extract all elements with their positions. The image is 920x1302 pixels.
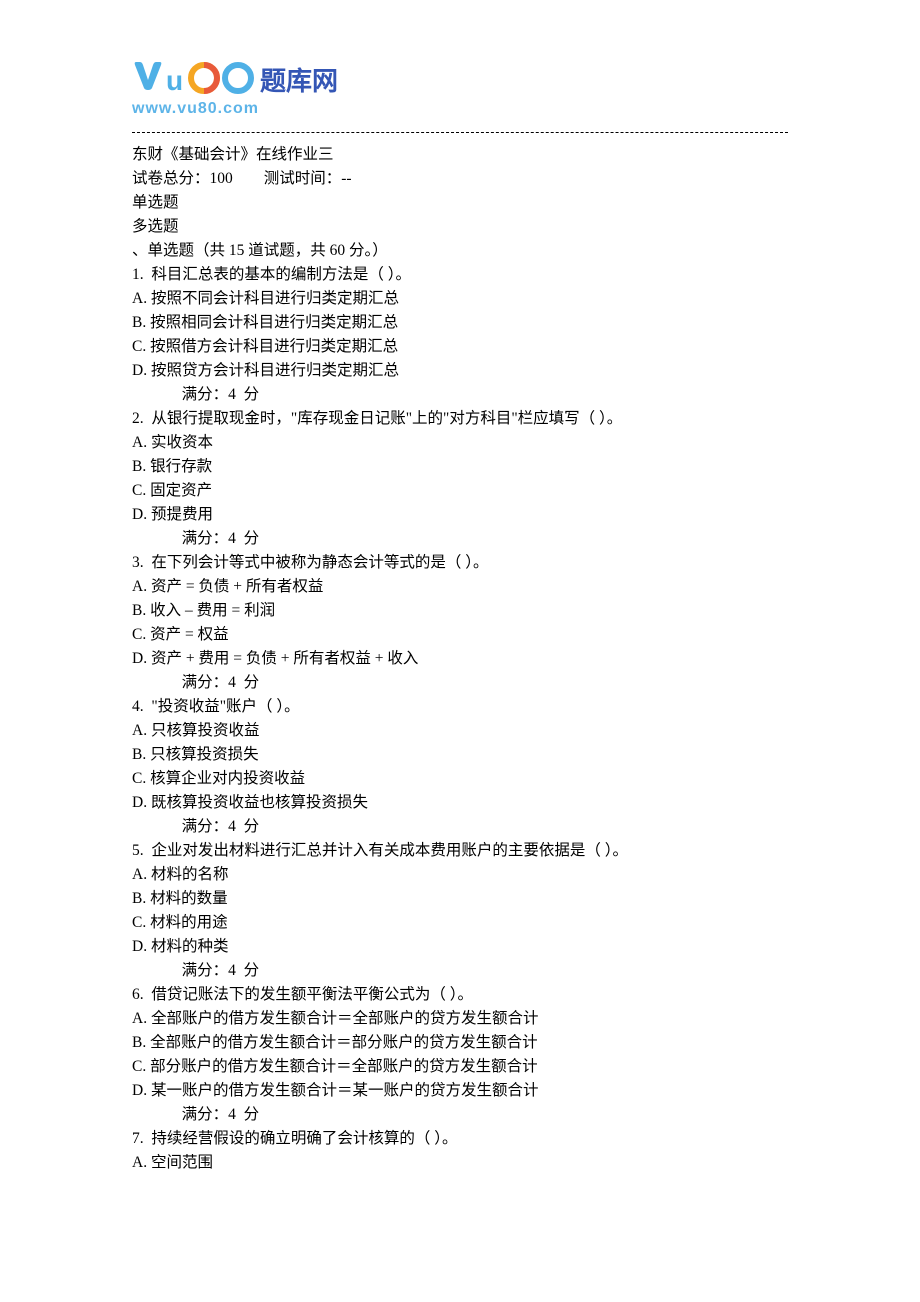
question-score: 满分：4 分 xyxy=(132,959,788,983)
question-option: A. 资产 = 负债 + 所有者权益 xyxy=(132,575,788,599)
question-option: D. 既核算投资收益也核算投资损失 xyxy=(132,791,788,815)
test-time-label: 测试时间：-- xyxy=(264,170,352,187)
question-option: A. 实收资本 xyxy=(132,431,788,455)
question-option: D. 材料的种类 xyxy=(132,935,788,959)
question-stem: 3. 在下列会计等式中被称为静态会计等式的是（ ）。 xyxy=(132,551,788,575)
total-score-label: 试卷总分：100 xyxy=(132,170,233,187)
logo-icon: u 题库网 xyxy=(132,60,342,102)
section-header: 、单选题（共 15 道试题，共 60 分。） xyxy=(132,239,788,263)
question-option: D. 某一账户的借方发生额合计＝某一账户的贷方发生额合计 xyxy=(132,1079,788,1103)
question-option: C. 固定资产 xyxy=(132,479,788,503)
document-content: 东财《基础会计》在线作业三 试卷总分：100 测试时间：-- 单选题 多选题 、… xyxy=(132,143,788,1175)
question-option: C. 部分账户的借方发生额合计＝全部账户的贷方发生额合计 xyxy=(132,1055,788,1079)
question-stem: 6. 借贷记账法下的发生额平衡法平衡公式为（ ）。 xyxy=(132,983,788,1007)
question-score: 满分：4 分 xyxy=(132,1103,788,1127)
site-logo: u 题库网 www.vu80.com xyxy=(132,60,788,120)
logo-text: 题库网 xyxy=(260,67,338,96)
questions-container: 1. 科目汇总表的基本的编制方法是（ ）。A. 按照不同会计科目进行归类定期汇总… xyxy=(132,263,788,1175)
question-option: D. 按照贷方会计科目进行归类定期汇总 xyxy=(132,359,788,383)
question-option: A. 材料的名称 xyxy=(132,863,788,887)
question-option: B. 全部账户的借方发生额合计＝部分账户的贷方发生额合计 xyxy=(132,1031,788,1055)
question-stem: 2. 从银行提取现金时，"库存现金日记账"上的"对方科目"栏应填写（ ）。 xyxy=(132,407,788,431)
question-option: A. 全部账户的借方发生额合计＝全部账户的贷方发生额合计 xyxy=(132,1007,788,1031)
question-option: B. 银行存款 xyxy=(132,455,788,479)
svg-text:u: u xyxy=(166,65,183,96)
single-choice-label: 单选题 xyxy=(132,191,788,215)
exam-meta-line: 试卷总分：100 测试时间：-- xyxy=(132,167,788,191)
question-score: 满分：4 分 xyxy=(132,671,788,695)
question-option: C. 材料的用途 xyxy=(132,911,788,935)
question-stem: 1. 科目汇总表的基本的编制方法是（ ）。 xyxy=(132,263,788,287)
question-option: B. 收入 – 费用 = 利润 xyxy=(132,599,788,623)
question-option: A. 空间范围 xyxy=(132,1151,788,1175)
header-separator xyxy=(132,132,788,133)
exam-title: 东财《基础会计》在线作业三 xyxy=(132,143,788,167)
question-option: A. 按照不同会计科目进行归类定期汇总 xyxy=(132,287,788,311)
multi-choice-label: 多选题 xyxy=(132,215,788,239)
question-option: C. 资产 = 权益 xyxy=(132,623,788,647)
question-option: C. 按照借方会计科目进行归类定期汇总 xyxy=(132,335,788,359)
question-stem: 5. 企业对发出材料进行汇总并计入有关成本费用账户的主要依据是（ ）。 xyxy=(132,839,788,863)
question-option: B. 按照相同会计科目进行归类定期汇总 xyxy=(132,311,788,335)
question-stem: 4. "投资收益"账户（ ）。 xyxy=(132,695,788,719)
question-option: B. 材料的数量 xyxy=(132,887,788,911)
question-option: C. 核算企业对内投资收益 xyxy=(132,767,788,791)
logo-domain-text: www.vu80.com xyxy=(132,100,788,118)
question-option: B. 只核算投资损失 xyxy=(132,743,788,767)
question-score: 满分：4 分 xyxy=(132,815,788,839)
question-score: 满分：4 分 xyxy=(132,383,788,407)
question-option: D. 资产 + 费用 = 负债 + 所有者权益 + 收入 xyxy=(132,647,788,671)
question-option: A. 只核算投资收益 xyxy=(132,719,788,743)
question-option: D. 预提费用 xyxy=(132,503,788,527)
question-score: 满分：4 分 xyxy=(132,527,788,551)
question-stem: 7. 持续经营假设的确立明确了会计核算的（ ）。 xyxy=(132,1127,788,1151)
